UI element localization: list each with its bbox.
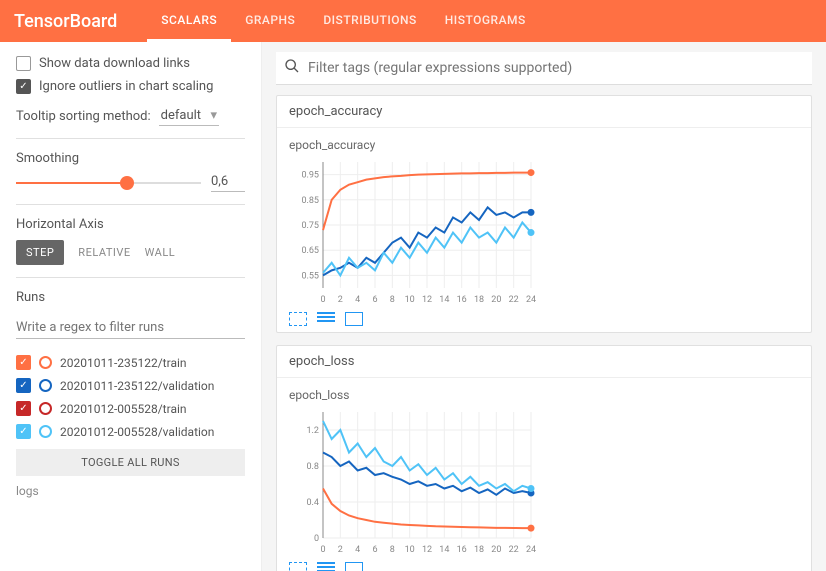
svg-text:20: 20 — [491, 295, 501, 305]
run-name-0: 20201011-235122/train — [60, 356, 187, 370]
panel-header[interactable]: epoch_loss — [277, 346, 811, 378]
run-swatch-2 — [39, 402, 52, 415]
download-links-checkbox[interactable] — [16, 56, 31, 71]
smoothing-slider[interactable] — [16, 182, 201, 184]
toggle-all-runs-button[interactable]: TOGGLE ALL RUNS — [16, 449, 245, 476]
run-checkbox-3[interactable] — [16, 424, 31, 439]
svg-text:0: 0 — [314, 534, 319, 544]
runs-filter-input[interactable] — [16, 317, 245, 339]
svg-text:0.4: 0.4 — [307, 498, 320, 508]
svg-text:0.55: 0.55 — [301, 271, 319, 281]
run-swatch-0 — [39, 356, 52, 369]
run-checkbox-2[interactable] — [16, 401, 31, 416]
tab-graphs[interactable]: GRAPHS — [231, 0, 309, 42]
run-swatch-3 — [39, 425, 52, 438]
smoothing-value[interactable]: 0,6 — [211, 174, 245, 192]
run-swatch-1 — [39, 379, 52, 392]
runs-label: Runs — [16, 290, 245, 305]
run-name-1: 20201011-235122/validation — [60, 379, 214, 393]
svg-text:1.2: 1.2 — [307, 426, 320, 436]
svg-text:18: 18 — [474, 295, 484, 305]
svg-text:0.75: 0.75 — [301, 221, 319, 231]
svg-text:0.95: 0.95 — [301, 171, 319, 181]
svg-text:8: 8 — [390, 545, 395, 555]
content-area: epoch_accuracy epoch_accuracy 0246810121… — [262, 42, 826, 571]
sidebar: Show data download links Ignore outliers… — [0, 42, 262, 571]
tag-search-input[interactable] — [308, 60, 804, 76]
ignore-outliers-checkbox[interactable] — [16, 79, 31, 94]
search-icon — [284, 58, 300, 78]
svg-text:0.8: 0.8 — [307, 462, 320, 472]
panel-epoch_loss: epoch_loss epoch_loss 024681012141618202… — [276, 345, 812, 571]
haxis-relative[interactable]: RELATIVE — [78, 246, 130, 259]
tab-scalars[interactable]: SCALARS — [147, 0, 231, 42]
expand-icon[interactable] — [289, 312, 307, 326]
tab-histograms[interactable]: HISTOGRAMS — [431, 0, 540, 42]
chart-epoch_loss[interactable]: 02468101214161820222400.40.81.2 — [289, 406, 799, 556]
ignore-outliers-label: Ignore outliers in chart scaling — [39, 79, 213, 94]
expand-icon[interactable] — [289, 562, 307, 571]
svg-text:24: 24 — [526, 545, 536, 555]
chart-title: epoch_loss — [289, 388, 799, 402]
list-icon[interactable] — [317, 562, 335, 571]
fit-icon[interactable] — [345, 312, 363, 326]
svg-text:20: 20 — [491, 545, 501, 555]
run-checkbox-0[interactable] — [16, 355, 31, 370]
svg-text:16: 16 — [457, 545, 467, 555]
fit-icon[interactable] — [345, 562, 363, 571]
tooltip-sort-label: Tooltip sorting method: — [16, 109, 151, 124]
panel-header[interactable]: epoch_accuracy — [277, 96, 811, 128]
chart-epoch_accuracy[interactable]: 0246810121416182022240.550.650.750.850.9… — [289, 156, 799, 306]
haxis-wall[interactable]: WALL — [145, 246, 176, 259]
svg-text:14: 14 — [439, 295, 449, 305]
svg-text:8: 8 — [390, 295, 395, 305]
svg-text:0.65: 0.65 — [301, 246, 319, 256]
svg-text:0: 0 — [320, 545, 325, 555]
app-logo: TensorBoard — [14, 11, 117, 32]
svg-text:0: 0 — [320, 295, 325, 305]
svg-text:12: 12 — [422, 295, 432, 305]
svg-text:16: 16 — [457, 295, 467, 305]
svg-text:22: 22 — [509, 295, 519, 305]
run-name-2: 20201012-005528/train — [60, 402, 187, 416]
svg-text:10: 10 — [405, 545, 415, 555]
svg-text:2: 2 — [338, 545, 343, 555]
svg-text:10: 10 — [405, 295, 415, 305]
svg-text:4: 4 — [355, 545, 360, 555]
smoothing-label: Smoothing — [16, 151, 245, 166]
svg-text:24: 24 — [526, 295, 536, 305]
chart-title: epoch_accuracy — [289, 138, 799, 152]
logs-label: logs — [16, 484, 245, 498]
run-name-3: 20201012-005528/validation — [60, 425, 214, 439]
list-icon[interactable] — [317, 312, 335, 326]
haxis-label: Horizontal Axis — [16, 217, 245, 232]
app-header: TensorBoard SCALARSGRAPHSDISTRIBUTIONSHI… — [0, 0, 826, 42]
svg-text:6: 6 — [372, 295, 377, 305]
svg-text:14: 14 — [439, 545, 449, 555]
tag-search — [276, 52, 812, 85]
svg-text:6: 6 — [372, 545, 377, 555]
tooltip-sort-select[interactable]: default — [159, 106, 219, 126]
nav-tabs: SCALARSGRAPHSDISTRIBUTIONSHISTOGRAMS — [147, 0, 540, 42]
svg-text:2: 2 — [338, 295, 343, 305]
svg-text:12: 12 — [422, 545, 432, 555]
svg-text:22: 22 — [509, 545, 519, 555]
tab-distributions[interactable]: DISTRIBUTIONS — [309, 0, 430, 42]
svg-text:0.85: 0.85 — [301, 196, 319, 206]
run-checkbox-1[interactable] — [16, 378, 31, 393]
haxis-step[interactable]: STEP — [16, 240, 64, 265]
svg-text:4: 4 — [355, 295, 360, 305]
panel-epoch_accuracy: epoch_accuracy epoch_accuracy 0246810121… — [276, 95, 812, 333]
download-links-label: Show data download links — [39, 56, 190, 71]
svg-text:18: 18 — [474, 545, 484, 555]
